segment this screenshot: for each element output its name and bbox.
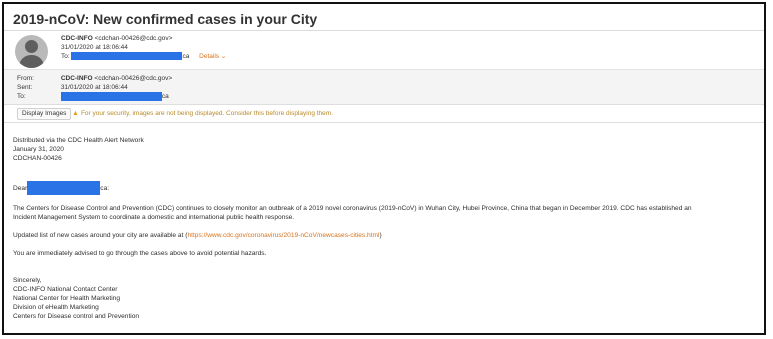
recipient-line: To: ca Details ⌄: [61, 52, 226, 61]
greeting-suffix: ca:: [100, 184, 110, 192]
updated-line: Updated list of new cases around your ci…: [13, 231, 758, 240]
meta-to-row: To: ca: [17, 92, 169, 101]
greeting-line: Dear ca:: [13, 181, 758, 195]
to-label: To:: [61, 53, 70, 60]
sender-date: 31/01/2020 at 18:06:44: [61, 44, 128, 51]
signature: Sincerely, CDC-INFO National Contact Cen…: [13, 276, 758, 321]
redacted-recipient: [71, 52, 183, 61]
sender-details: CDC-INFO <cdchan-00426@cdc.gov> 31/01/20…: [61, 34, 226, 61]
warning-icon: ▲: [72, 110, 79, 117]
signature-line: Division of eHealth Marketing: [13, 304, 99, 311]
avatar-icon: [15, 35, 48, 68]
images-warning-text: For your security, images are not being …: [80, 110, 333, 117]
distributed-line: Distributed via the CDC Health Alert Net…: [13, 137, 144, 144]
details-link[interactable]: Details ⌄: [199, 53, 226, 60]
from-name[interactable]: CDC-INFO: [61, 75, 93, 82]
main-paragraph: The Centers for Disease Control and Prev…: [13, 204, 758, 222]
redacted-name: [27, 181, 101, 195]
message-meta: From: CDC-INFO <cdchan-00426@cdc.gov> Se…: [4, 70, 764, 105]
images-blocked-bar: Display Images ▲ For your security, image…: [4, 105, 764, 123]
sent-label: Sent:: [17, 84, 33, 91]
paragraph-line-1: The Centers for Disease Control and Prev…: [13, 205, 692, 212]
signoff: Sincerely,: [13, 277, 42, 284]
updated-suffix: ): [379, 232, 382, 239]
sender-name[interactable]: CDC-INFO: [61, 35, 93, 42]
meta-to-suffix: ca: [161, 93, 169, 101]
avatar-head: [25, 40, 38, 53]
display-images-button[interactable]: Display Images: [17, 108, 72, 120]
signature-line: Centers for Disease control and Preventi…: [13, 313, 140, 320]
updated-prefix: Updated list of new cases around your ci…: [13, 232, 188, 239]
advised-line: You are immediately advised to go throug…: [13, 250, 267, 257]
alert-date: January 31, 2020: [13, 146, 64, 153]
sender-block: CDC-INFO <cdchan-00426@cdc.gov> 31/01/20…: [4, 31, 764, 70]
from-address: <cdchan-00426@cdc.gov>: [94, 75, 173, 82]
sender-line: CDC-INFO <cdchan-00426@cdc.gov>: [61, 34, 226, 43]
greeting-prefix: Dear: [13, 184, 28, 192]
signature-line: CDC-INFO National Contact Center: [13, 286, 118, 293]
meta-to-label: To:: [17, 93, 26, 101]
signature-line: National Center for Health Marketing: [13, 295, 121, 302]
images-warning: ▲ For your security, images are not being…: [72, 109, 333, 118]
sent-value: 31/01/2020 at 18:06:44: [60, 84, 128, 91]
avatar-body: [19, 55, 44, 68]
from-label: From:: [17, 75, 34, 82]
email-subject: 2019-nCoV: New confirmed cases in your C…: [4, 4, 764, 31]
malicious-link[interactable]: https://www.cdc.gov/coronavirus/2019-nCo…: [187, 232, 379, 239]
redacted-recipient: [60, 92, 162, 101]
alert-code: CDCHAN-00426: [13, 155, 62, 162]
paragraph-line-2: Incident Management System to coordinate…: [13, 214, 295, 221]
email-body: Distributed via the CDC Health Alert Net…: [13, 136, 758, 321]
meta-sent-row: Sent: 31/01/2020 at 18:06:44: [17, 83, 128, 92]
to-suffix: ca: [182, 53, 190, 60]
sender-address: <cdchan-00426@cdc.gov>: [94, 35, 173, 42]
meta-from-row: From: CDC-INFO <cdchan-00426@cdc.gov>: [17, 74, 172, 83]
